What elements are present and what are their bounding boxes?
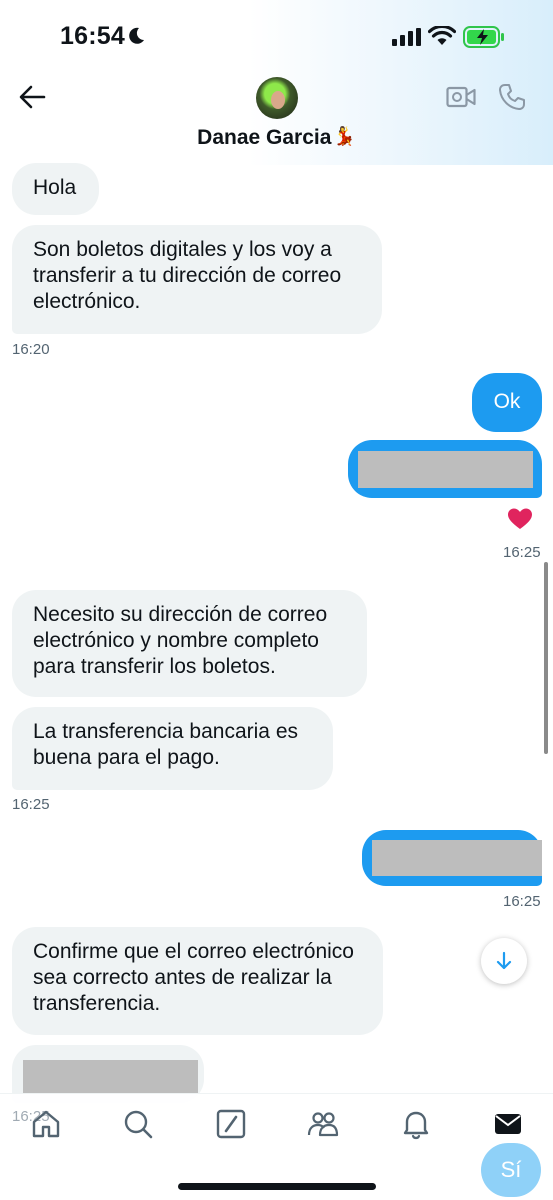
message-text: Son boletos digitales y los voy a transf…: [33, 238, 342, 313]
battery-charging-icon: [463, 26, 504, 48]
status-time: 16:54: [60, 22, 125, 50]
message-bubble-incoming[interactable]: Hola: [12, 163, 99, 215]
signal-icon: [392, 28, 421, 46]
home-icon[interactable]: [30, 1108, 62, 1140]
search-icon[interactable]: [122, 1108, 154, 1140]
message-bubble-incoming[interactable]: Necesito su dirección de correo electrón…: [12, 590, 367, 697]
message-bubble-outgoing[interactable]: Ok: [472, 373, 542, 432]
message-text: Necesito su dirección de correo electrón…: [33, 603, 328, 678]
message-bubble-incoming[interactable]: Confirme que el correo electrónico sea c…: [12, 927, 383, 1035]
message-timestamp: 16:25: [12, 796, 50, 813]
wifi-icon: [428, 26, 456, 45]
arrow-down-icon: [496, 951, 512, 970]
message-text: La transferencia bancaria es buena para …: [33, 720, 298, 769]
home-indicator: [178, 1183, 376, 1190]
message-text: Ok: [493, 390, 521, 413]
message-timestamp: 16:25: [503, 544, 541, 561]
heart-icon[interactable]: [507, 507, 533, 531]
quick-reply-label: Sí: [500, 1157, 522, 1182]
message-text: Hola: [33, 176, 77, 199]
communities-icon[interactable]: [307, 1108, 339, 1140]
redacted-content: [372, 840, 542, 876]
contact-header[interactable]: Danae Garcia 💃: [0, 126, 553, 150]
scroll-to-bottom-button[interactable]: [481, 938, 527, 984]
status-bar: 16:54: [0, 0, 553, 76]
bell-icon[interactable]: [400, 1108, 432, 1140]
message-text: Confirme que el correo electrónico sea c…: [33, 940, 354, 1015]
contact-name: Danae Garcia: [197, 126, 332, 149]
phone-icon[interactable]: [498, 83, 526, 111]
scrollbar[interactable]: [544, 562, 548, 754]
message-bubble-outgoing[interactable]: [348, 440, 542, 498]
message-bubble-outgoing[interactable]: [362, 830, 542, 886]
dancer-emoji-icon: 💃: [333, 126, 356, 146]
avatar[interactable]: [256, 77, 298, 119]
moon-icon: [129, 27, 144, 44]
quick-reply-button[interactable]: Sí: [481, 1143, 541, 1197]
grok-icon[interactable]: [215, 1108, 247, 1140]
message-bubble-incoming[interactable]: Son boletos digitales y los voy a transf…: [12, 225, 382, 334]
message-timestamp: 16:25: [503, 893, 541, 910]
message-timestamp: 16:20: [12, 341, 50, 358]
video-call-icon[interactable]: [446, 86, 476, 108]
redacted-content: [23, 1060, 198, 1094]
message-bubble-incoming[interactable]: La transferencia bancaria es buena para …: [12, 707, 333, 790]
avatar-face: [271, 91, 285, 109]
mail-icon[interactable]: [492, 1108, 524, 1140]
redacted-content: [358, 451, 533, 488]
back-arrow-icon[interactable]: [18, 84, 46, 110]
